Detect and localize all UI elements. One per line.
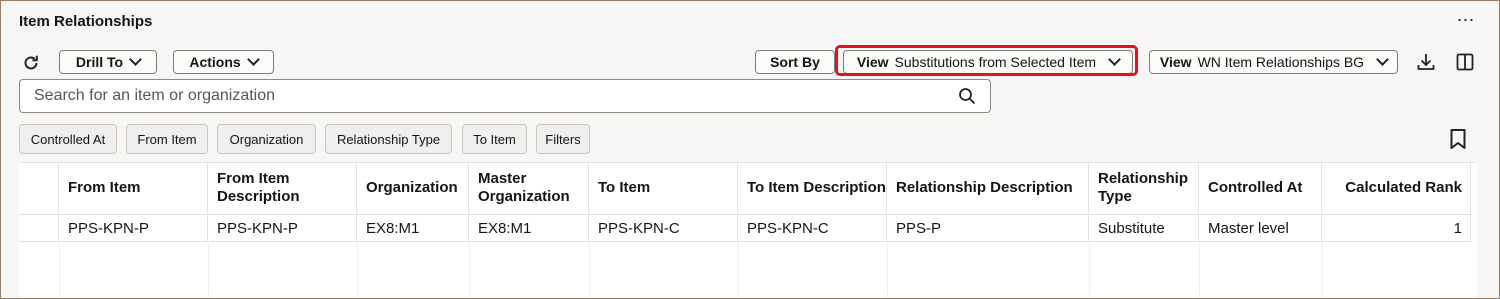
highlight-box — [835, 45, 1138, 76]
filter-chip-controlled-at[interactable]: Controlled At — [19, 124, 117, 154]
column-divider — [1089, 243, 1090, 298]
row-selector[interactable] — [19, 214, 59, 242]
table-cell: 1 — [1322, 214, 1471, 242]
column-divider — [59, 243, 60, 298]
actions-label: Actions — [189, 54, 241, 70]
column-divider — [208, 243, 209, 298]
column-divider — [887, 243, 888, 298]
column-header-calculated-rank[interactable]: Calculated Rank — [1322, 163, 1471, 213]
table-cell: PPS-KPN-P — [208, 214, 357, 242]
more-options-icon[interactable]: ⋯ — [1454, 11, 1478, 33]
table-cell[interactable]: PPS-KPN-C — [589, 214, 738, 242]
column-header-relationship-description[interactable]: Relationship Description — [887, 163, 1089, 213]
column-divider — [469, 243, 470, 298]
column-divider — [589, 243, 590, 298]
view-relationships-dropdown[interactable]: View WN Item Relationships BG — [1149, 50, 1398, 74]
column-header-controlled-at[interactable]: Controlled At — [1199, 163, 1322, 213]
search-input[interactable] — [34, 86, 934, 106]
chevron-down-icon — [1376, 53, 1389, 66]
actions-button[interactable]: Actions — [173, 50, 274, 74]
sort-by-label: Sort By — [770, 54, 820, 70]
table-cell: PPS-KPN-C — [738, 214, 887, 242]
filter-chip-from-item[interactable]: From Item — [126, 124, 208, 154]
column-divider — [738, 243, 739, 298]
column-header-to-item-description[interactable]: To Item Description — [738, 163, 887, 213]
sort-by-button[interactable]: Sort By — [755, 50, 835, 74]
table-cell: EX8:M1 — [469, 214, 589, 242]
drill-to-label: Drill To — [75, 54, 124, 70]
search-icon[interactable] — [958, 87, 976, 110]
drill-to-button[interactable]: Drill To — [59, 50, 157, 74]
view-label: View — [1159, 54, 1192, 70]
table-cell: EX8:M1 — [357, 214, 469, 242]
filters-button[interactable]: Filters — [536, 124, 590, 154]
split-view-icon[interactable] — [1454, 51, 1476, 73]
table-cell: PPS-P — [887, 214, 1089, 242]
table-cell[interactable]: PPS-KPN-P — [59, 214, 208, 242]
column-divider — [357, 243, 358, 298]
filter-chip-organization[interactable]: Organization — [217, 124, 316, 154]
page-title: Item Relationships — [19, 13, 153, 30]
table-cell: Substitute — [1089, 214, 1199, 242]
selector-header — [19, 163, 59, 213]
chevron-down-icon — [129, 53, 142, 66]
column-header-from-item-description[interactable]: From Item Description — [208, 163, 357, 213]
column-header-relationship-type[interactable]: Relationship Type — [1089, 163, 1199, 213]
refresh-icon[interactable] — [21, 53, 41, 73]
item-relationships-panel: Item Relationships ⋯ Drill To Actions So… — [0, 0, 1500, 299]
column-header-to-item[interactable]: To Item — [589, 163, 738, 213]
table-cell: Master level — [1199, 214, 1322, 242]
relationships-table: From Item From Item Description Organiza… — [19, 162, 1477, 298]
filter-chip-relationship-type[interactable]: Relationship Type — [325, 124, 452, 154]
column-header-master-organization[interactable]: Master Organization — [469, 163, 589, 213]
column-divider — [1322, 243, 1323, 298]
chevron-down-icon — [246, 53, 260, 66]
bookmark-icon[interactable] — [1449, 128, 1467, 155]
download-icon[interactable] — [1415, 51, 1437, 73]
view-value: WN Item Relationships BG — [1197, 54, 1365, 70]
search-box — [19, 79, 991, 113]
column-header-organization[interactable]: Organization — [357, 163, 469, 213]
filter-chip-to-item[interactable]: To Item — [462, 124, 527, 154]
column-divider — [1199, 243, 1200, 298]
column-header-from-item[interactable]: From Item — [59, 163, 208, 213]
